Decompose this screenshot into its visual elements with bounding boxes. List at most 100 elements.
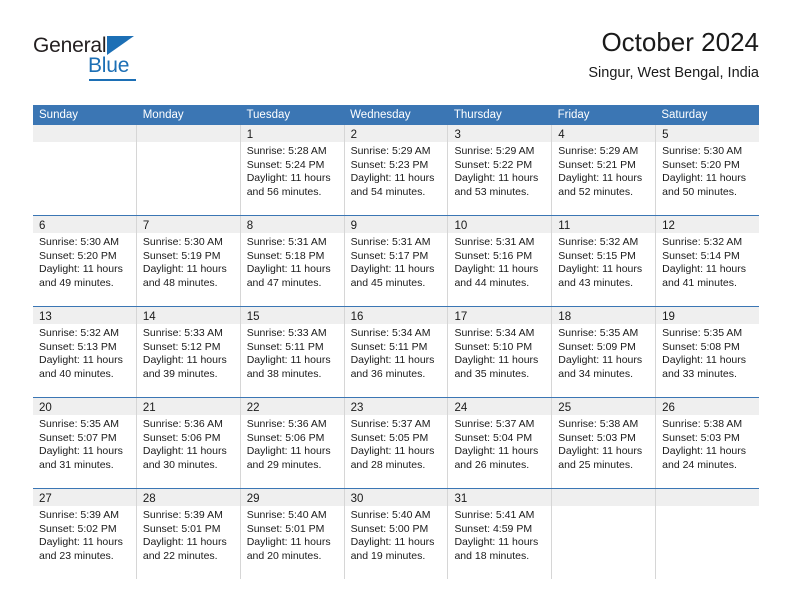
day-cell[interactable]: 11 Sunrise: 5:32 AM Sunset: 5:15 PM Dayligh… <box>552 216 657 306</box>
day-number-band: 24 <box>448 398 552 415</box>
day-cell[interactable]: 12 Sunrise: 5:32 AM Sunset: 5:14 PM Dayligh… <box>656 216 760 306</box>
page-title: October 2024 <box>601 27 759 57</box>
sunset-text: Sunset: 5:16 PM <box>454 249 533 262</box>
daylight-text-line2: and 28 minutes. <box>350 458 426 471</box>
day-cell[interactable]: 26 Sunrise: 5:38 AM Sunset: 5:03 PM Dayligh… <box>656 398 760 488</box>
day-cell-body: Sunrise: 5:38 AM Sunset: 5:03 PM Daylight:… <box>552 415 655 472</box>
sunrise-text: Sunrise: 5:33 AM <box>142 327 223 339</box>
daylight-text-line2: and 53 minutes. <box>454 185 530 198</box>
daylight-text-line2: and 29 minutes. <box>246 458 322 471</box>
sunset-text: Sunset: 5:01 PM <box>142 522 221 535</box>
day-cell-empty <box>656 489 760 579</box>
day-cell[interactable]: 6 Sunrise: 5:30 AM Sunset: 5:20 PM Daylight… <box>33 216 137 306</box>
weekday-header-row: Sunday Monday Tuesday Wednesday Thursday Frid… <box>33 105 759 125</box>
day-number: 2 <box>350 129 357 141</box>
day-cell[interactable]: 24 Sunrise: 5:37 AM Sunset: 5:04 PM Dayligh… <box>448 398 553 488</box>
day-cell[interactable]: 31 Sunrise: 5:41 AM Sunset: 4:59 PM Dayligh… <box>448 489 553 579</box>
day-number-band: 14 <box>136 307 240 324</box>
day-cell[interactable]: 25 Sunrise: 5:38 AM Sunset: 5:03 PM Dayligh… <box>552 398 657 488</box>
day-cell[interactable]: 30 Sunrise: 5:40 AM Sunset: 5:00 PM Dayligh… <box>344 489 449 579</box>
sunset-text: Sunset: 5:02 PM <box>39 522 117 535</box>
day-cell[interactable]: 16 Sunrise: 5:34 AM Sunset: 5:11 PM Dayligh… <box>344 307 449 397</box>
daylight-text-line1: Daylight: 11 hours <box>39 354 123 367</box>
day-number: 29 <box>246 493 260 505</box>
sunrise-text: Sunrise: 5:32 AM <box>558 236 639 248</box>
day-cell[interactable]: 10 Sunrise: 5:31 AM Sunset: 5:16 PM Dayligh… <box>448 216 553 306</box>
daylight-text-line1: Daylight: 11 hours <box>142 354 227 367</box>
day-cell[interactable]: 21 Sunrise: 5:36 AM Sunset: 5:06 PM Dayligh… <box>136 398 241 488</box>
day-number: 14 <box>142 311 156 323</box>
day-cell[interactable]: 28 Sunrise: 5:39 AM Sunset: 5:01 PM Dayligh… <box>136 489 241 579</box>
day-cell[interactable]: 8 Sunrise: 5:31 AM Sunset: 5:18 PM Daylight… <box>240 216 345 306</box>
daylight-text-line2: and 38 minutes. <box>246 367 322 380</box>
daylight-text-line1: Daylight: 11 hours <box>39 445 123 458</box>
day-number: 20 <box>39 402 52 414</box>
day-number-band: 8 <box>240 216 344 233</box>
daylight-text-line2: and 36 minutes. <box>350 367 426 380</box>
daylight-text-line1: Daylight: 11 hours <box>662 445 747 458</box>
sunset-text: Sunset: 5:04 PM <box>454 431 533 444</box>
day-cell-body: Sunrise: 5:34 AM Sunset: 5:11 PM Daylight:… <box>345 324 448 381</box>
day-number-band: 1 <box>240 125 344 142</box>
day-cell-body: Sunrise: 5:32 AM Sunset: 5:13 PM Daylight:… <box>33 324 136 381</box>
day-cell-body: Sunrise: 5:35 AM Sunset: 5:07 PM Daylight:… <box>33 415 136 472</box>
daylight-text-line2: and 39 minutes. <box>142 367 218 380</box>
day-number-band: 17 <box>448 307 552 324</box>
day-cell[interactable]: 23 Sunrise: 5:37 AM Sunset: 5:05 PM Dayligh… <box>344 398 449 488</box>
day-number-band: 18 <box>552 307 656 324</box>
daylight-text-line1: Daylight: 11 hours <box>350 445 435 458</box>
daylight-text-line1: Daylight: 11 hours <box>246 172 331 185</box>
day-number-band: 6 <box>33 216 136 233</box>
day-cell[interactable]: 15 Sunrise: 5:33 AM Sunset: 5:11 PM Dayligh… <box>240 307 345 397</box>
sunrise-text: Sunrise: 5:31 AM <box>454 236 535 248</box>
day-number: 27 <box>39 493 52 505</box>
day-cell-body: Sunrise: 5:29 AM Sunset: 5:23 PM Daylight:… <box>345 142 448 199</box>
day-number: 28 <box>142 493 156 505</box>
daylight-text-line2: and 34 minutes. <box>558 367 634 380</box>
day-cell[interactable]: 13 Sunrise: 5:32 AM Sunset: 5:13 PM Dayligh… <box>33 307 137 397</box>
day-cell-body: Sunrise: 5:37 AM Sunset: 5:04 PM Daylight:… <box>448 415 551 472</box>
day-number-band: 28 <box>136 489 240 506</box>
sunrise-text: Sunrise: 5:34 AM <box>454 327 535 339</box>
day-cell[interactable]: 29 Sunrise: 5:40 AM Sunset: 5:01 PM Dayligh… <box>240 489 345 579</box>
sunset-text: Sunset: 5:15 PM <box>558 249 636 262</box>
day-number: 25 <box>558 402 572 414</box>
day-number-band: 27 <box>33 489 136 506</box>
daylight-text-line1: Daylight: 11 hours <box>558 354 643 367</box>
daylight-text-line2: and 44 minutes. <box>454 276 530 289</box>
sunset-text: Sunset: 5:20 PM <box>39 249 117 262</box>
day-cell[interactable]: 3 Sunrise: 5:29 AM Sunset: 5:22 PM Daylight… <box>448 125 553 215</box>
daylight-text-line1: Daylight: 11 hours <box>142 445 227 458</box>
day-cell[interactable]: 18 Sunrise: 5:35 AM Sunset: 5:09 PM Dayligh… <box>552 307 657 397</box>
day-number: 30 <box>350 493 364 505</box>
daylight-text-line2: and 31 minutes. <box>39 458 114 471</box>
sunrise-text: Sunrise: 5:37 AM <box>454 418 535 430</box>
day-cell-body: Sunrise: 5:33 AM Sunset: 5:11 PM Daylight:… <box>241 324 344 381</box>
day-cell[interactable]: 17 Sunrise: 5:34 AM Sunset: 5:10 PM Dayligh… <box>448 307 553 397</box>
day-number: 22 <box>246 402 260 414</box>
daylight-text-line1: Daylight: 11 hours <box>350 172 435 185</box>
day-number-band <box>33 125 136 142</box>
day-cell[interactable]: 4 Sunrise: 5:29 AM Sunset: 5:21 PM Daylight… <box>552 125 657 215</box>
day-number-band: 22 <box>240 398 344 415</box>
daylight-text-line2: and 41 minutes. <box>662 276 737 289</box>
sunrise-text: Sunrise: 5:40 AM <box>350 509 431 521</box>
brand-name-bottom: Blue <box>88 54 130 77</box>
day-cell[interactable]: 9 Sunrise: 5:31 AM Sunset: 5:17 PM Daylight… <box>344 216 449 306</box>
day-cell[interactable]: 1 Sunrise: 5:28 AM Sunset: 5:24 PM Daylight… <box>240 125 345 215</box>
day-cell[interactable]: 14 Sunrise: 5:33 AM Sunset: 5:12 PM Dayligh… <box>136 307 241 397</box>
day-cell[interactable]: 7 Sunrise: 5:30 AM Sunset: 5:19 PM Daylight… <box>136 216 241 306</box>
day-cell[interactable]: 20 Sunrise: 5:35 AM Sunset: 5:07 PM Dayligh… <box>33 398 137 488</box>
day-cell[interactable]: 2 Sunrise: 5:29 AM Sunset: 5:23 PM Daylight… <box>344 125 449 215</box>
weekday-header-tuesday: Tuesday <box>246 109 291 121</box>
day-cell-body: Sunrise: 5:38 AM Sunset: 5:03 PM Daylight:… <box>656 415 759 472</box>
day-number: 31 <box>454 493 468 505</box>
daylight-text-line1: Daylight: 11 hours <box>454 354 539 367</box>
brand-logo: General Blue <box>33 34 213 86</box>
day-number-band <box>656 489 760 506</box>
day-cell[interactable]: 5 Sunrise: 5:30 AM Sunset: 5:20 PM Daylight… <box>656 125 760 215</box>
day-cell[interactable]: 27 Sunrise: 5:39 AM Sunset: 5:02 PM Dayligh… <box>33 489 137 579</box>
day-cell[interactable]: 19 Sunrise: 5:35 AM Sunset: 5:08 PM Dayligh… <box>656 307 760 397</box>
day-cell[interactable]: 22 Sunrise: 5:36 AM Sunset: 5:06 PM Dayligh… <box>240 398 345 488</box>
daylight-text-line2: and 20 minutes. <box>246 549 322 562</box>
